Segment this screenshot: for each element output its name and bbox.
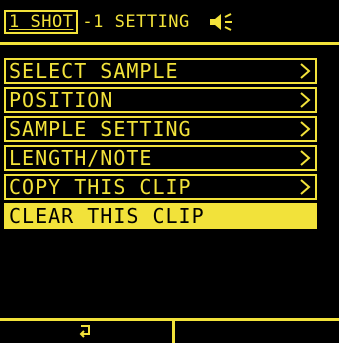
menu-item-position[interactable]: POSITION (4, 87, 317, 113)
soft-key-right[interactable] (176, 321, 339, 343)
soft-key-back[interactable] (0, 321, 172, 343)
menu-item-length-note[interactable]: LENGTH/NOTE (4, 145, 317, 171)
menu-item-clear-this-clip[interactable]: CLEAR THIS CLIP (4, 203, 317, 229)
mode-tag[interactable]: 1 SHOT (4, 10, 79, 34)
chevron-right-icon (300, 121, 311, 137)
chevron-right-icon (300, 150, 311, 166)
back-arrow-icon (79, 325, 90, 338)
speaker-icon (209, 13, 232, 31)
menu-item-label: SAMPLE SETTING (9, 117, 192, 141)
chevron-right-icon (300, 63, 311, 79)
chevron-right-icon (300, 179, 311, 195)
menu-item-label: POSITION (9, 88, 114, 112)
menu-item-label: LENGTH/NOTE (9, 146, 153, 170)
menu-item-select-sample[interactable]: SELECT SAMPLE (4, 58, 317, 84)
menu-item-label: CLEAR THIS CLIP (9, 204, 205, 228)
settings-menu: SELECT SAMPLE POSITION SAMPLE SETTING LE… (4, 58, 317, 232)
soft-key-bar (0, 321, 339, 343)
menu-item-copy-this-clip[interactable]: COPY THIS CLIP (4, 174, 317, 200)
device-screen: 1 SHOT -1 SETTING SELECT SAMPLE POSITION… (0, 0, 339, 343)
menu-item-label: COPY THIS CLIP (9, 175, 192, 199)
chevron-right-icon (300, 92, 311, 108)
menu-item-sample-setting[interactable]: SAMPLE SETTING (4, 116, 317, 142)
page-title: -1 SETTING (82, 12, 190, 32)
header-divider (0, 42, 339, 45)
menu-item-label: SELECT SAMPLE (9, 59, 179, 83)
header-bar: 1 SHOT -1 SETTING (4, 8, 324, 36)
soft-key-divider (172, 321, 175, 343)
